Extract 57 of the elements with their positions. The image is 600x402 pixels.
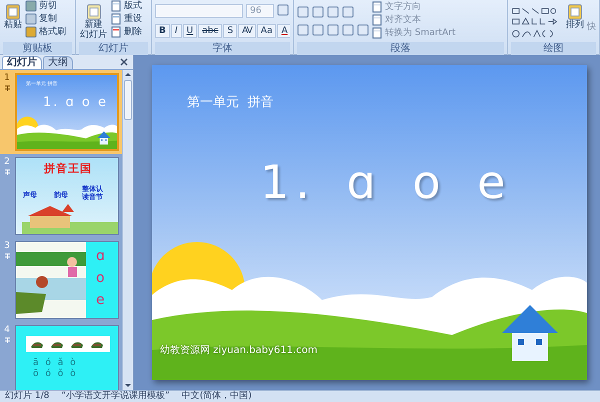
pane-tab[interactable]: 大纲 xyxy=(43,56,73,69)
layout-button[interactable]: 版式 xyxy=(110,0,142,12)
cut-button[interactable]: 剪切 xyxy=(25,0,66,12)
animation-icon xyxy=(4,337,10,344)
paste-button[interactable]: 粘贴 xyxy=(3,4,23,30)
group-label: 剪贴板 xyxy=(3,42,72,55)
close-icon[interactable] xyxy=(120,58,128,66)
tone-row: ō ó ǒ ò xyxy=(33,369,76,379)
tone-row: ā ó ǎ ò xyxy=(33,358,76,368)
animation-icon xyxy=(4,253,10,260)
format-painter-button[interactable]: 格式刷 xyxy=(25,26,66,38)
sticker-drawing xyxy=(50,339,64,349)
scrollbar-thumb[interactable] xyxy=(124,80,132,120)
sticker-drawing xyxy=(30,339,44,349)
slide-heading: 1. ɑ o e xyxy=(43,95,108,110)
scroll-down-arrow[interactable] xyxy=(123,381,133,390)
format-toggle[interactable]: S xyxy=(223,24,238,38)
slide-number: 4 xyxy=(4,325,10,335)
group-label: 字体 xyxy=(155,42,290,55)
slide-number: 1 xyxy=(4,73,10,83)
status-text: “小学语文开学说课用模板” xyxy=(61,391,170,402)
format-toggle[interactable]: I xyxy=(170,24,182,38)
scroll-up-arrow[interactable] xyxy=(123,70,133,79)
pinyin-letter: e xyxy=(96,292,105,308)
slide-subtitle: 第一单元 拼音 xyxy=(187,95,274,111)
status-text: 中文(简体，中国) xyxy=(182,391,252,402)
house-drawing xyxy=(97,131,110,145)
new-slide-button[interactable]: 新建 幻灯片 xyxy=(79,4,108,40)
animation-icon xyxy=(4,169,10,176)
delete-button[interactable]: 删除 xyxy=(110,26,142,38)
sticker-drawing xyxy=(90,339,104,349)
pinyin-letter: o xyxy=(96,270,105,286)
slide-thumbnail-row[interactable]: 4 ā ó ǎ ò ō ó ǒ ò xyxy=(0,322,122,390)
copy-button[interactable]: 复制 xyxy=(25,13,66,25)
group-label: 绘图 xyxy=(511,42,596,55)
group-label: 幻灯片 xyxy=(79,42,148,55)
pane-tab[interactable]: 幻灯片 xyxy=(2,56,42,69)
format-toggle[interactable]: A xyxy=(277,24,290,38)
pinyin-letter: ɑ xyxy=(96,248,105,264)
format-toggle[interactable]: AV xyxy=(238,24,256,38)
sticker-drawing xyxy=(70,339,84,349)
arrange-button[interactable]: 排列 xyxy=(565,4,585,30)
format-toggle[interactable]: U xyxy=(182,24,198,38)
slide-heading: 拼音王国 xyxy=(44,163,92,175)
reset-button[interactable]: 重设 xyxy=(110,13,142,25)
slide-number: 2 xyxy=(4,157,10,167)
font-name-field[interactable] xyxy=(155,4,243,18)
animation-icon xyxy=(4,85,10,92)
slide-heading: 1. ɑ o e xyxy=(260,155,512,209)
slide-number: 3 xyxy=(4,241,10,251)
house-drawing xyxy=(502,305,558,361)
format-toggle[interactable]: abc xyxy=(198,24,222,38)
format-toggle[interactable]: B xyxy=(155,24,170,38)
group-label: 段落 xyxy=(297,42,504,55)
status-text: 幻灯片 1/8 xyxy=(5,391,50,402)
slide-footer: 幼教资源网 ziyuan.baby611.com xyxy=(160,345,318,357)
format-toggle[interactable]: Aa xyxy=(256,24,276,38)
